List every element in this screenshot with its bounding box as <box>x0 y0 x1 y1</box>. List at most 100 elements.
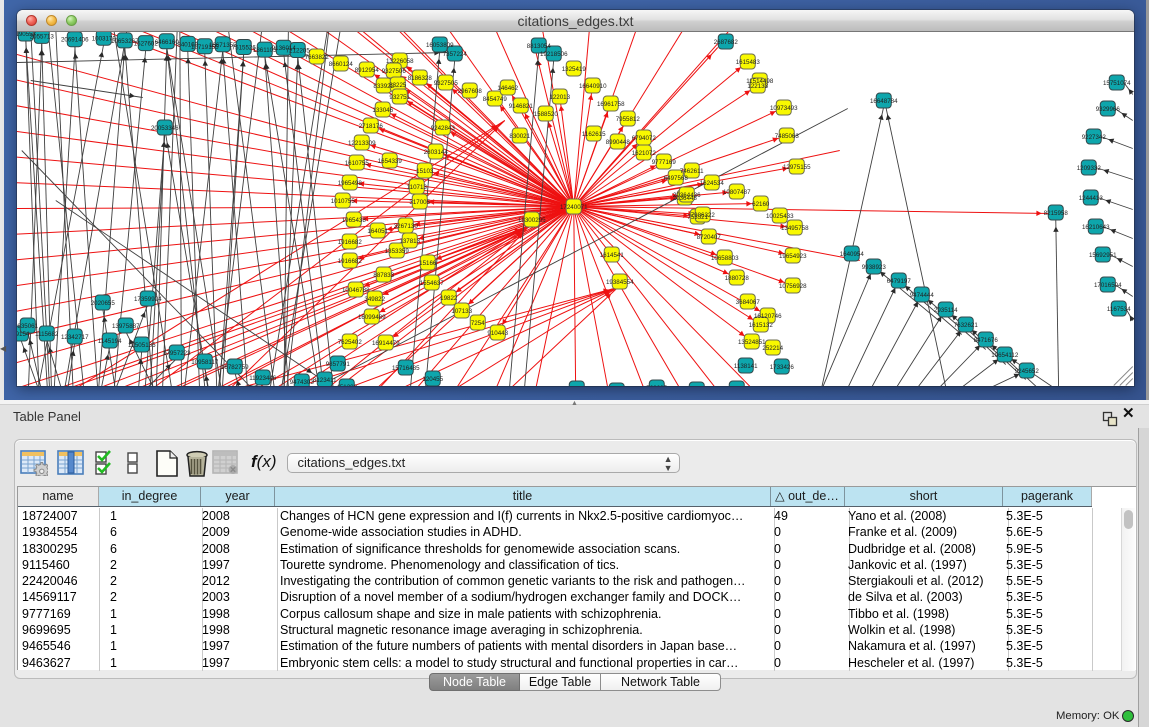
svg-text:1615132: 1615132 <box>749 322 774 329</box>
svg-text:19384554: 19384554 <box>606 279 634 286</box>
svg-text:7462611: 7462611 <box>680 168 704 175</box>
svg-text:6794072: 6794072 <box>632 135 657 142</box>
svg-text:8215958: 8215958 <box>1044 210 1069 217</box>
svg-text:1733426: 1733426 <box>770 364 795 371</box>
svg-text:19218506: 19218506 <box>540 51 568 58</box>
svg-text:733205: 733205 <box>646 385 667 386</box>
svg-text:7254: 7254 <box>471 320 485 327</box>
svg-text:16648784: 16648784 <box>870 98 898 105</box>
svg-text:835061: 835061 <box>17 323 38 330</box>
svg-text:1965498: 1965498 <box>338 180 363 187</box>
svg-text:7625402: 7625402 <box>338 339 363 346</box>
svg-text:16053809: 16053809 <box>426 42 454 49</box>
svg-text:8720407: 8720407 <box>697 234 722 241</box>
svg-text:8813054: 8813054 <box>527 43 552 50</box>
svg-text:8471676: 8471676 <box>974 337 999 344</box>
svg-text:830021: 830021 <box>509 133 530 140</box>
svg-text:6466160: 6466160 <box>155 39 180 46</box>
svg-text:120455: 120455 <box>422 376 443 383</box>
svg-text:2718176: 2718176 <box>359 123 384 130</box>
svg-text:3267130: 3267130 <box>394 223 419 230</box>
svg-text:10658803: 10658803 <box>711 255 739 262</box>
svg-text:10654112: 10654112 <box>991 352 1019 359</box>
svg-text:1209332: 1209332 <box>1077 165 1102 172</box>
svg-text:9474303: 9474303 <box>290 379 315 386</box>
svg-text:9474444: 9474444 <box>910 292 935 299</box>
svg-text:16961758: 16961758 <box>597 101 625 108</box>
svg-text:16099489: 16099489 <box>358 314 386 321</box>
svg-text:2020655: 2020655 <box>91 300 116 307</box>
svg-text:17359924: 17359924 <box>134 296 162 303</box>
svg-text:1880728: 1880728 <box>725 275 750 282</box>
svg-text:1325419: 1325419 <box>562 66 587 73</box>
svg-text:9227342: 9227342 <box>1082 134 1107 141</box>
svg-text:7632621: 7632621 <box>954 322 979 329</box>
svg-text:15103: 15103 <box>416 168 434 175</box>
svg-text:2935114: 2935114 <box>934 307 958 314</box>
svg-text:10756928: 10756928 <box>779 283 807 290</box>
svg-text:7663822: 7663822 <box>305 54 330 61</box>
svg-text:8912954: 8912954 <box>355 67 380 74</box>
svg-text:8123411: 8123411 <box>313 377 337 384</box>
svg-text:1610755: 1610755 <box>345 160 370 167</box>
svg-text:17016504: 17016504 <box>1094 282 1122 289</box>
svg-text:39154: 39154 <box>17 331 30 338</box>
svg-text:10807487: 10807487 <box>723 189 751 196</box>
svg-text:20691406: 20691406 <box>61 37 89 44</box>
svg-text:317005: 317005 <box>409 199 430 206</box>
svg-text:1554637: 1554637 <box>420 280 445 287</box>
svg-text:9146821: 9146821 <box>509 103 534 110</box>
svg-text:1615483: 1615483 <box>736 59 761 66</box>
svg-text:9327505: 9327505 <box>434 80 459 87</box>
svg-text:1010755: 1010755 <box>331 198 356 205</box>
svg-text:122013: 122013 <box>549 94 570 101</box>
svg-text:17957223: 17957223 <box>163 350 191 357</box>
svg-text:10958117: 10958117 <box>191 359 219 366</box>
svg-text:15692951: 15692951 <box>1089 252 1117 259</box>
svg-text:252214: 252214 <box>762 345 783 352</box>
svg-text:9938923: 9938923 <box>862 264 887 271</box>
svg-text:932751: 932751 <box>389 94 410 101</box>
svg-text:10025433: 10025433 <box>766 213 794 220</box>
svg-text:9857791: 9857791 <box>326 361 351 368</box>
svg-text:122133: 122133 <box>747 83 768 90</box>
svg-text:887833: 887833 <box>373 272 394 279</box>
svg-text:83225: 83225 <box>389 82 407 89</box>
svg-text:1654339: 1654339 <box>378 158 403 165</box>
svg-text:349822: 349822 <box>364 296 385 303</box>
svg-text:451203: 451203 <box>336 384 357 386</box>
svg-text:9329966: 9329966 <box>1096 106 1121 113</box>
svg-text:1588520: 1588520 <box>534 111 559 118</box>
svg-text:1965438: 1965438 <box>342 217 367 224</box>
svg-text:910443: 910443 <box>487 330 508 337</box>
svg-text:7955812: 7955812 <box>616 116 641 123</box>
svg-text:12975155: 12975155 <box>783 164 811 171</box>
svg-text:6479197: 6479197 <box>887 278 912 285</box>
svg-text:10046788: 10046788 <box>342 287 370 294</box>
svg-text:15716485: 15716485 <box>392 365 420 372</box>
svg-text:8660124: 8660124 <box>329 61 354 68</box>
svg-text:15166: 15166 <box>419 260 437 267</box>
svg-text:20053346: 20053346 <box>151 125 179 132</box>
svg-text:9777169: 9777169 <box>652 159 677 166</box>
svg-text:10973493: 10973493 <box>770 105 798 112</box>
svg-text:9242843: 9242843 <box>431 125 456 132</box>
svg-text:1916682: 1916682 <box>338 258 363 265</box>
svg-text:17240071: 17240071 <box>560 204 588 211</box>
svg-text:62160: 62160 <box>752 201 770 208</box>
svg-text:2967608: 2967608 <box>458 88 483 95</box>
svg-text:3684067: 3684067 <box>736 299 761 306</box>
svg-text:6497568: 6497568 <box>664 175 689 182</box>
svg-text:19654923: 19654923 <box>779 253 807 260</box>
svg-text:1162615: 1162615 <box>582 131 606 138</box>
svg-text:1353359: 1353359 <box>385 248 410 255</box>
svg-text:110713: 110713 <box>407 184 428 191</box>
svg-text:13975887: 13975887 <box>112 323 140 330</box>
svg-text:7357224: 7357224 <box>443 51 468 58</box>
svg-text:7485063: 7485063 <box>775 133 800 140</box>
svg-text:2687682: 2687682 <box>714 39 739 46</box>
svg-text:8186328: 8186328 <box>408 75 433 82</box>
svg-text:16640910: 16640910 <box>579 83 607 90</box>
svg-text:16782759: 16782759 <box>221 364 249 371</box>
svg-text:1145194: 1145194 <box>98 338 122 345</box>
